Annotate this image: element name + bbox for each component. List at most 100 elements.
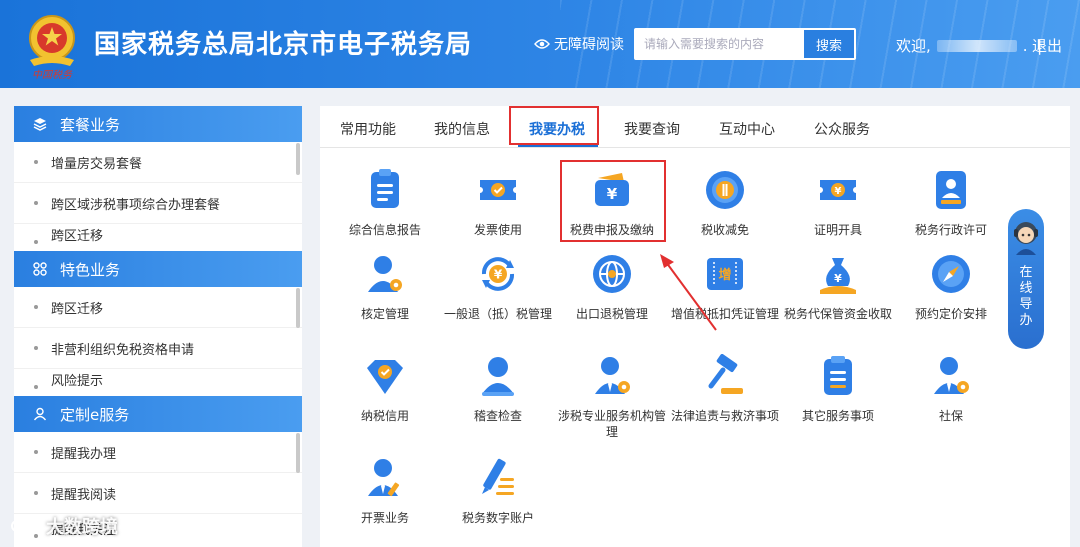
sidebar-header-label: 套餐业务 xyxy=(60,115,121,134)
user-gear-icon xyxy=(368,256,402,292)
red-arrow-annotation xyxy=(660,254,717,331)
function-refund[interactable]: ¥ 一般退（抵）税管理 xyxy=(443,252,553,322)
watermark-logo-icon xyxy=(11,520,40,532)
tab-common[interactable]: 常用功能 xyxy=(340,119,396,139)
invoice-icon xyxy=(480,180,516,200)
function-credit[interactable]: 纳税信用 xyxy=(330,354,440,424)
sidebar-scrollbar[interactable] xyxy=(296,143,300,175)
header-bar: 中国税务 国家税务总局北京市电子税务局 无障碍阅读 搜索 欢迎, . | 退出 xyxy=(0,0,1080,88)
tax-relief-icon xyxy=(706,171,744,209)
welcome-text: 欢迎, . | xyxy=(896,35,1042,56)
function-label: 一般退（抵）税管理 xyxy=(443,307,552,321)
sidebar-item[interactable]: 跨区域涉税事项综合办理套餐 xyxy=(14,183,302,224)
function-label: 稽查检查 xyxy=(473,409,522,423)
sidebar-header-package[interactable]: 套餐业务 xyxy=(14,106,302,142)
function-invoice[interactable]: 发票使用 xyxy=(443,168,553,238)
function-assessment[interactable]: 核定管理 xyxy=(330,252,440,322)
function-report[interactable]: 综合信息报告 xyxy=(330,168,440,238)
sidebar-scrollbar[interactable] xyxy=(296,433,300,473)
user-icon xyxy=(32,406,48,422)
online-guide-text: 在线导办 xyxy=(1019,265,1033,328)
sidebar-section-package: 套餐业务 增量房交易套餐 跨区域涉税事项综合办理套餐 跨区迁移 xyxy=(14,106,302,244)
function-label: 开票业务 xyxy=(360,511,409,525)
sidebar-item[interactable]: 提醒我阅读 xyxy=(14,473,302,514)
eye-icon xyxy=(534,39,550,49)
function-label: 发票使用 xyxy=(473,223,522,237)
sidebar-item[interactable]: 增量房交易套餐 xyxy=(14,142,302,183)
logout-link[interactable]: 退出 xyxy=(1032,35,1062,56)
function-label: 纳税信用 xyxy=(360,409,409,423)
highlight-box-tab xyxy=(509,106,599,145)
tab-my-info[interactable]: 我的信息 xyxy=(434,119,490,139)
search-button[interactable]: 搜索 xyxy=(803,29,855,59)
seal-icon xyxy=(936,171,966,209)
function-admin-license[interactable]: 税务行政许可 xyxy=(896,168,1006,238)
function-social-security[interactable]: 社保 xyxy=(896,354,1006,424)
svg-text:中国税务: 中国税务 xyxy=(32,69,73,80)
svg-text:¥: ¥ xyxy=(494,268,503,282)
function-label: 核定管理 xyxy=(360,307,409,321)
credit-diamond-icon xyxy=(367,360,403,394)
function-label: 预约定价安排 xyxy=(914,307,987,321)
sidebar-item[interactable]: 提醒我办理 xyxy=(14,432,302,473)
function-certificate[interactable]: ¥ 证明开具 xyxy=(783,168,893,238)
report-icon xyxy=(371,169,399,208)
sidebar-section-special: 特色业务 跨区迁移 非营利组织免税资格申请 风险提示 xyxy=(14,251,302,389)
function-tax-relief[interactable]: 税收减免 xyxy=(670,168,780,238)
sidebar-item[interactable]: 跨区迁移 xyxy=(14,224,302,244)
tab-interaction[interactable]: 互动中心 xyxy=(719,119,775,139)
online-guide-widget[interactable]: 在线导办 xyxy=(1008,209,1044,349)
globe-icon xyxy=(593,255,631,293)
sidebar-item[interactable]: 跨区迁移 xyxy=(14,287,302,328)
blurred-username xyxy=(936,39,1017,52)
sidebar-scrollbar[interactable] xyxy=(296,288,300,328)
issue-invoice-icon xyxy=(368,459,400,497)
watermark-text: 大数跨境 xyxy=(46,517,118,538)
sidebar-header-label: 特色业务 xyxy=(60,260,121,279)
accessibility-link[interactable]: 无障碍阅读 xyxy=(534,34,624,54)
svg-text:¥: ¥ xyxy=(834,272,842,285)
function-digital-account[interactable]: 税务数字账户 xyxy=(443,456,553,526)
money-bag-icon: ¥ xyxy=(820,258,856,294)
sidebar: 套餐业务 增量房交易套餐 跨区域涉税事项综合办理套餐 跨区迁移 特色业务 跨区迁… xyxy=(14,106,302,547)
highlight-box-tax-filing xyxy=(560,160,666,242)
welcome-label: 欢迎, xyxy=(896,37,931,55)
sidebar-header-custom[interactable]: 定制e服务 xyxy=(14,396,302,432)
sidebar-item[interactable]: 非营利组织免税资格申请 xyxy=(14,328,302,369)
tab-bar: 常用功能 我的信息 我要办税 我要查询 互动中心 公众服务 xyxy=(320,106,1070,148)
social-security-icon xyxy=(934,357,969,394)
digital-account-icon xyxy=(482,458,514,495)
function-issue-invoice[interactable]: 开票业务 xyxy=(330,456,440,526)
svg-text:¥: ¥ xyxy=(835,186,842,197)
function-inspection[interactable]: 稽查检查 xyxy=(443,354,553,424)
function-label: 税务行政许可 xyxy=(914,223,987,237)
tax-emblem-logo: 中国税务 xyxy=(29,15,75,80)
online-guide-label: 在线导办 xyxy=(1008,265,1044,329)
robot-assistant-icon xyxy=(1014,222,1038,255)
function-label: 税收减免 xyxy=(700,223,749,237)
function-label: 综合信息报告 xyxy=(348,223,421,237)
function-pricing[interactable]: 预约定价安排 xyxy=(896,252,1006,322)
layers-icon xyxy=(32,116,48,132)
tab-query[interactable]: 我要查询 xyxy=(624,119,680,139)
agency-icon xyxy=(595,357,630,394)
function-agency[interactable]: 涉税专业服务机构管理 xyxy=(557,354,667,440)
gavel-icon xyxy=(708,353,743,394)
compass-icon xyxy=(932,255,970,293)
search-input[interactable] xyxy=(635,29,803,59)
function-other[interactable]: 其它服务事项 xyxy=(783,354,893,424)
function-custody-funds[interactable]: ¥ 税务代保管资金收取 xyxy=(783,252,893,322)
function-legal[interactable]: 法律追责与救济事项 xyxy=(670,353,780,424)
clipboard-icon xyxy=(824,356,852,395)
accessibility-label: 无障碍阅读 xyxy=(554,37,624,53)
function-label: 税务代保管资金收取 xyxy=(783,307,892,321)
function-label: 涉税专业服务机构管理 xyxy=(557,409,666,439)
sidebar-header-label: 定制e服务 xyxy=(60,405,130,424)
function-label: 其它服务事项 xyxy=(801,409,874,423)
tab-public-service[interactable]: 公众服务 xyxy=(814,119,870,139)
grid-icon xyxy=(32,261,48,277)
sidebar-item[interactable]: 风险提示 xyxy=(14,369,302,389)
sidebar-header-special[interactable]: 特色业务 xyxy=(14,251,302,287)
function-label: 税务数字账户 xyxy=(461,511,534,525)
refund-icon: ¥ xyxy=(482,257,514,291)
